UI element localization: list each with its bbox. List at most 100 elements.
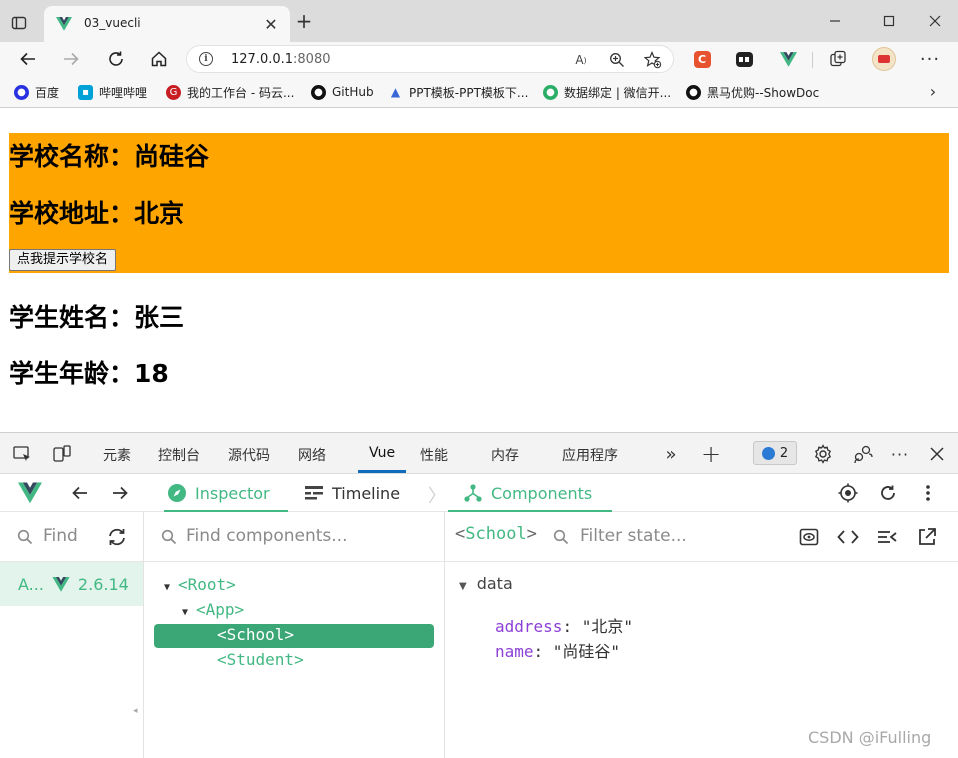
- ppt-icon: ▲: [390, 85, 401, 99]
- tab-timeline[interactable]: Timeline: [304, 474, 400, 512]
- message-icon: [761, 446, 775, 460]
- tab-actions-icon[interactable]: [8, 12, 30, 34]
- bookmark-wechat[interactable]: ● 数据绑定 | 微信开...: [543, 84, 671, 100]
- history-forward-icon[interactable]: [108, 481, 132, 505]
- minimize-icon[interactable]: [822, 10, 848, 32]
- add-tab-icon[interactable]: +: [700, 440, 722, 468]
- tab-network[interactable]: 网络: [298, 445, 326, 465]
- apps-search: Find: [0, 512, 143, 562]
- customize-icon[interactable]: [852, 443, 874, 465]
- tab-vue[interactable]: Vue: [369, 445, 395, 461]
- devtools-tab-bar: 元素 控制台 源代码 网络 Vue 性能 内存 应用程序 » + 2 ···: [0, 432, 958, 474]
- selected-component-name: <School>: [455, 524, 537, 544]
- extension-dark-icon[interactable]: [734, 49, 754, 69]
- apps-find-input[interactable]: Find: [43, 526, 78, 546]
- expand-caret-icon[interactable]: ▼: [459, 581, 467, 592]
- tree-node-student[interactable]: <Student>: [217, 649, 304, 673]
- profile-avatar[interactable]: [872, 47, 896, 71]
- tab-sources[interactable]: 源代码: [228, 445, 270, 465]
- vue-logo-icon[interactable]: [18, 481, 42, 505]
- add-favorite-icon[interactable]: [643, 50, 663, 70]
- scroll-to-component-icon[interactable]: [799, 528, 819, 546]
- close-window-icon[interactable]: [922, 10, 948, 32]
- app-list-item[interactable]: A... 2.6.14: [0, 562, 143, 606]
- open-in-editor-icon[interactable]: [917, 527, 937, 547]
- back-icon[interactable]: [16, 47, 40, 71]
- close-tab-icon[interactable]: ✕: [262, 15, 280, 34]
- components-search: Find components...: [144, 512, 444, 562]
- refresh-icon[interactable]: [876, 481, 900, 505]
- chevron-right-icon[interactable]: ›: [924, 82, 942, 102]
- state-row-name[interactable]: name: "尚硅谷": [495, 638, 620, 662]
- collapse-panel-icon[interactable]: ◂: [133, 706, 138, 716]
- tab-components[interactable]: Components: [448, 474, 612, 512]
- school-address-heading: 学校地址：北京: [9, 199, 185, 228]
- inspect-dom-icon[interactable]: [877, 529, 897, 545]
- maximize-icon[interactable]: [876, 10, 902, 32]
- tab-inspector[interactable]: Inspector: [164, 474, 288, 512]
- sync-icon[interactable]: [106, 527, 128, 547]
- issues-badge[interactable]: 2: [753, 441, 797, 465]
- timeline-icon: [305, 486, 323, 500]
- more-tabs-icon[interactable]: »: [660, 443, 682, 465]
- show-school-name-button[interactable]: 点我提示学校名: [9, 249, 117, 271]
- refresh-icon[interactable]: [104, 47, 128, 71]
- vue-devtools-extension-icon[interactable]: [778, 49, 798, 69]
- gitee-icon: G: [166, 84, 181, 100]
- new-tab-button[interactable]: +: [294, 11, 314, 32]
- site-info-icon[interactable]: i: [199, 52, 213, 66]
- tree-node-school[interactable]: <School>: [154, 624, 434, 648]
- devtools-more-icon[interactable]: ···: [889, 443, 911, 465]
- github-icon: ●: [311, 84, 326, 100]
- more-menu-icon[interactable]: ···: [920, 49, 940, 70]
- bookmark-github[interactable]: ● GitHub: [311, 84, 374, 100]
- select-component-target-icon[interactable]: [836, 481, 860, 505]
- search-icon: [17, 529, 33, 545]
- device-emulation-icon[interactable]: [51, 443, 73, 465]
- bookmark-gitee[interactable]: G 我的工作台 - 码云...: [166, 84, 294, 100]
- browser-tab-bar: 03_vuecli ✕ +: [0, 0, 958, 42]
- tab-performance[interactable]: 性能: [420, 445, 448, 465]
- address-bar[interactable]: i 127.0.0.1:8080 A): [186, 45, 674, 73]
- close-devtools-icon[interactable]: [926, 443, 948, 465]
- state-row-address[interactable]: address: "北京": [495, 613, 633, 637]
- tree-node-app[interactable]: ▼ <App>: [182, 599, 244, 623]
- tree-node-root[interactable]: ▼ <Root>: [164, 574, 236, 598]
- zoom-icon[interactable]: [607, 50, 627, 70]
- filter-state-input[interactable]: Filter state...: [580, 526, 687, 546]
- bookmarks-bar: ● 百度 ▪ 哔哩哔哩 G 我的工作台 - 码云... ● GitHub ▲ P…: [0, 76, 958, 108]
- forward-icon[interactable]: [59, 47, 83, 71]
- component-state-panel: <School> Filter state... ▼ data address: …: [445, 512, 958, 758]
- school-component: 学校名称：尚硅谷 学校地址：北京 点我提示学校名: [9, 133, 949, 273]
- vue-version: 2.6.14: [77, 574, 129, 594]
- code-icon[interactable]: [837, 529, 859, 545]
- bookmark-showdoc[interactable]: ● 黑马优购--ShowDoc: [686, 84, 819, 100]
- search-icon: [553, 529, 569, 545]
- student-component: 学生姓名：张三 学生年龄：18: [9, 290, 949, 400]
- url-text[interactable]: 127.0.0.1:8080: [231, 52, 331, 67]
- tab-memory[interactable]: 内存: [491, 445, 519, 465]
- bookmark-bilibili[interactable]: ▪ 哔哩哔哩: [78, 84, 147, 100]
- vue-logo-icon: [56, 16, 72, 32]
- settings-gear-icon[interactable]: [812, 443, 834, 465]
- find-components-input[interactable]: Find components...: [186, 526, 347, 546]
- tab-console[interactable]: 控制台: [158, 445, 200, 465]
- toolbar-divider: [812, 52, 813, 68]
- data-section-header[interactable]: ▼ data: [459, 574, 513, 593]
- collections-icon[interactable]: [828, 49, 848, 69]
- bookmark-baidu[interactable]: ● 百度: [14, 84, 59, 100]
- browser-tab-active[interactable]: 03_vuecli ✕: [44, 6, 290, 42]
- expand-caret-icon[interactable]: ▼: [164, 577, 178, 599]
- inspect-element-icon[interactable]: [11, 443, 33, 465]
- tab-elements[interactable]: 元素: [103, 445, 131, 465]
- tab-application[interactable]: 应用程序: [562, 445, 618, 465]
- app-name: A...: [18, 574, 44, 594]
- extension-c-icon[interactable]: C: [692, 49, 712, 69]
- read-aloud-icon[interactable]: A): [571, 50, 591, 70]
- bookmark-ppt[interactable]: ▲ PPT模板-PPT模板下...: [388, 84, 529, 100]
- expand-caret-icon[interactable]: ▼: [182, 602, 196, 624]
- vue-devtools-header: Inspector Timeline 〉 Components: [0, 474, 958, 512]
- home-icon[interactable]: [147, 47, 171, 71]
- history-back-icon[interactable]: [68, 481, 92, 505]
- vue-more-menu-icon[interactable]: [916, 481, 940, 505]
